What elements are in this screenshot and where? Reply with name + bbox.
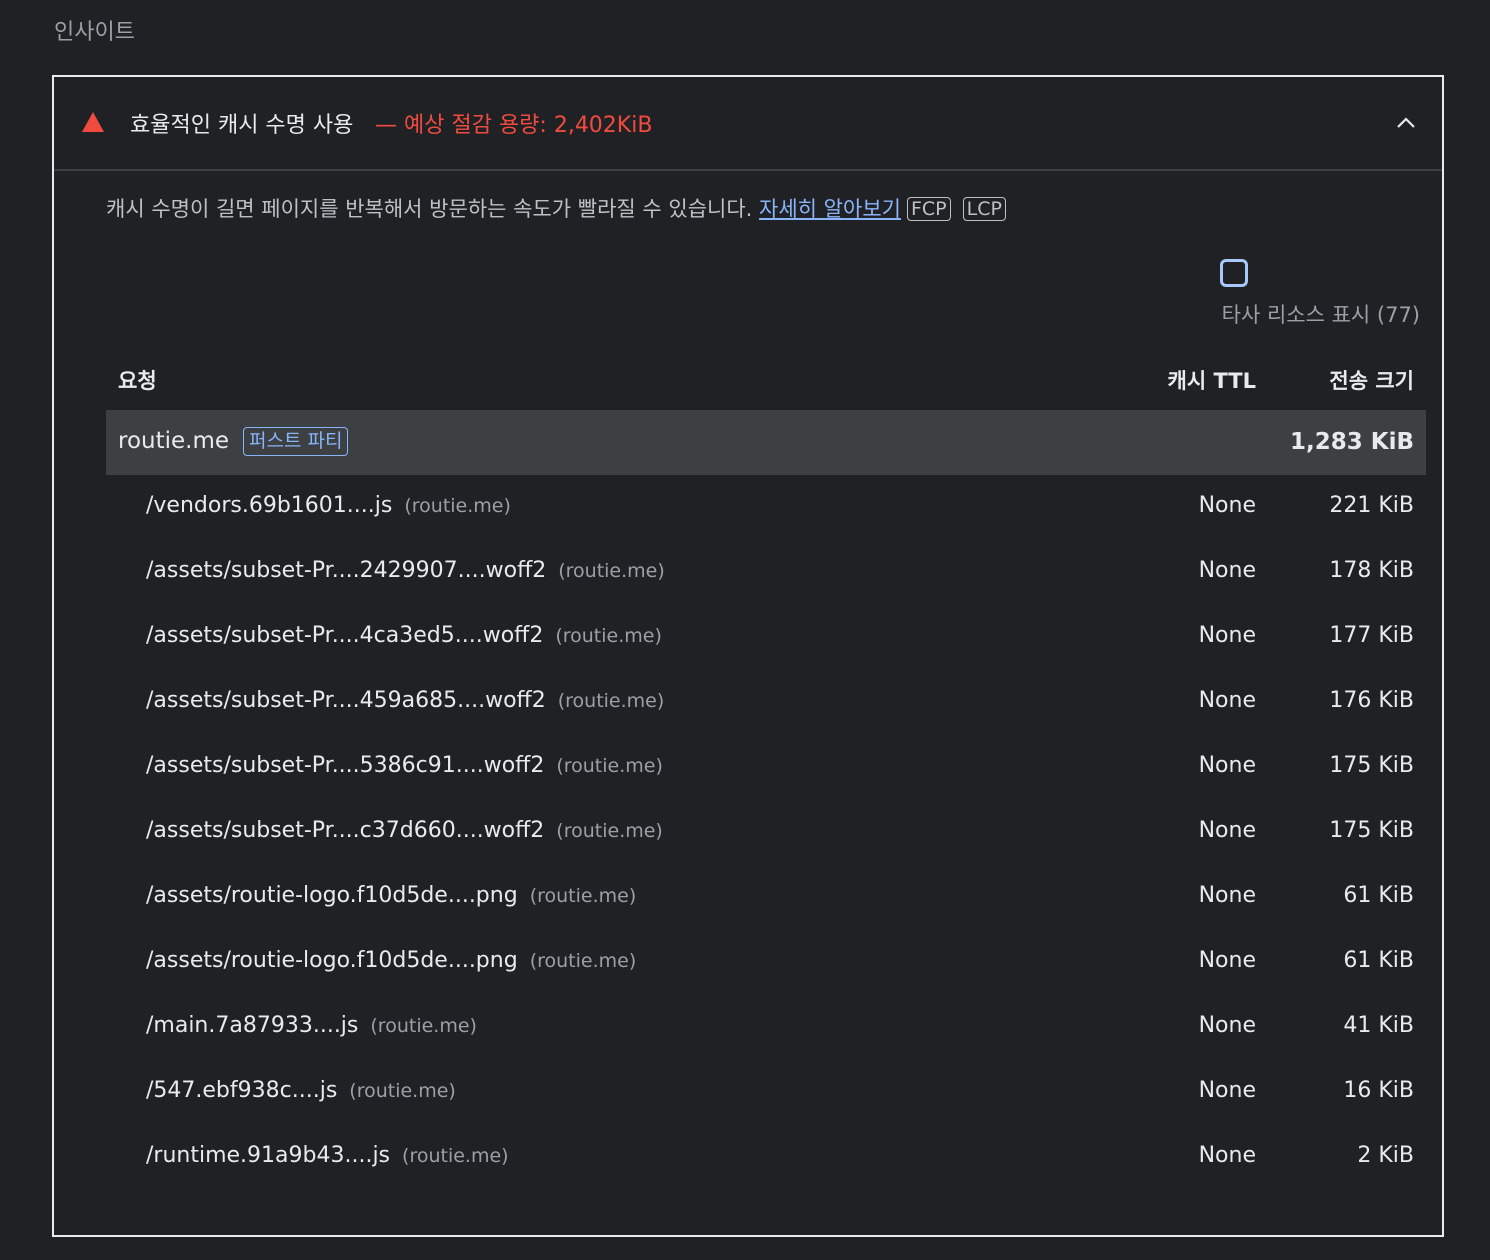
resource-url[interactable]: /assets/subset-Pr....5386c91....woff2 [146, 753, 544, 778]
cache-ttl: None [1198, 1013, 1256, 1038]
resource-url[interactable]: /main.7a87933....js [146, 1013, 358, 1038]
resource-url-cell: /vendors.69b1601....js (routie.me) [146, 493, 511, 518]
cache-ttl: None [1198, 818, 1256, 843]
insight-description: 캐시 수명이 길면 페이지를 반복해서 방문하는 속도가 빨라질 수 있습니다.… [106, 193, 1006, 223]
cache-ttl: None [1198, 558, 1256, 583]
cache-ttl: None [1198, 623, 1256, 648]
resource-origin: (routie.me) [556, 820, 663, 842]
resource-url-cell: /runtime.91a9b43....js (routie.me) [146, 1143, 509, 1168]
resource-origin: (routie.me) [556, 755, 663, 777]
transfer-size: 61 KiB [1343, 883, 1414, 908]
section-title: 인사이트 [54, 20, 135, 45]
resource-url[interactable]: /assets/routie-logo.f10d5de....png [146, 883, 518, 908]
warning-triangle-icon [82, 112, 104, 132]
resource-url-cell: /assets/subset-Pr....5386c91....woff2 (ro… [146, 753, 663, 778]
table-row: /assets/routie-logo.f10d5de....png (routi… [106, 865, 1426, 930]
resource-url[interactable]: /vendors.69b1601....js [146, 493, 392, 518]
insight-title: 효율적인 캐시 수명 사용 [130, 113, 354, 138]
transfer-size: 177 KiB [1329, 623, 1414, 648]
table-rows: /vendors.69b1601....js (routie.me) None 2… [106, 475, 1426, 1190]
transfer-size: 16 KiB [1343, 1078, 1414, 1103]
resource-url-cell: /assets/subset-Pr....4ca3ed5....woff2 (ro… [146, 623, 662, 648]
header-transfer-size[interactable]: 전송 크기 [1329, 365, 1414, 395]
metric-badge-lcp: LCP [962, 197, 1006, 221]
cache-ttl: None [1198, 1078, 1256, 1103]
cache-ttl: None [1198, 883, 1256, 908]
resource-url-cell: /assets/routie-logo.f10d5de....png (routi… [146, 883, 636, 908]
table-row: /runtime.91a9b43....js (routie.me) None 2… [106, 1125, 1426, 1190]
cache-ttl: None [1198, 493, 1256, 518]
transfer-size: 61 KiB [1343, 948, 1414, 973]
resource-url[interactable]: /547.ebf938c....js [146, 1078, 337, 1103]
resource-url[interactable]: /assets/subset-Pr....4ca3ed5....woff2 [146, 623, 543, 648]
resource-origin: (routie.me) [370, 1015, 477, 1037]
transfer-size: 221 KiB [1329, 493, 1414, 518]
table-row: /vendors.69b1601....js (routie.me) None 2… [106, 475, 1426, 540]
resource-origin: (routie.me) [555, 625, 662, 647]
learn-more-link[interactable]: 자세히 알아보기 [759, 197, 901, 221]
resource-origin: (routie.me) [558, 560, 665, 582]
resource-url-cell: /assets/routie-logo.f10d5de....png (routi… [146, 948, 636, 973]
cache-ttl: None [1198, 1143, 1256, 1168]
table-row: /assets/subset-Pr....459a685....woff2 (ro… [106, 670, 1426, 735]
table-row: /assets/routie-logo.f10d5de....png (routi… [106, 930, 1426, 995]
resource-url[interactable]: /runtime.91a9b43....js [146, 1143, 390, 1168]
resource-url[interactable]: /assets/subset-Pr....c37d660....woff2 [146, 818, 544, 843]
cache-ttl: None [1198, 948, 1256, 973]
insight-savings: — 예상 절감 용량: 2,402KiB [375, 113, 653, 138]
table-row: /main.7a87933....js (routie.me) None 41 K… [106, 995, 1426, 1060]
chevron-up-icon[interactable] [1396, 113, 1416, 133]
cache-ttl: None [1198, 688, 1256, 713]
resource-url[interactable]: /assets/subset-Pr....2429907....woff2 [146, 558, 546, 583]
resource-url[interactable]: /assets/routie-logo.f10d5de....png [146, 948, 518, 973]
resource-url-cell: /547.ebf938c....js (routie.me) [146, 1078, 456, 1103]
resource-origin: (routie.me) [349, 1080, 456, 1102]
resource-url-cell: /assets/subset-Pr....2429907....woff2 (ro… [146, 558, 665, 583]
metric-badge-fcp: FCP [906, 197, 951, 221]
group-row: routie.me 퍼스트 파티 1,283 KiB [106, 410, 1426, 475]
table-row: /assets/subset-Pr....2429907....woff2 (ro… [106, 540, 1426, 605]
insight-header[interactable]: 효율적인 캐시 수명 사용 — 예상 절감 용량: 2,402KiB [54, 77, 1442, 171]
header-request[interactable]: 요청 [118, 365, 157, 395]
header-cache-ttl[interactable]: 캐시 TTL [1168, 365, 1256, 395]
resource-origin: (routie.me) [402, 1145, 509, 1167]
transfer-size: 176 KiB [1329, 688, 1414, 713]
transfer-size: 175 KiB [1329, 753, 1414, 778]
resource-origin: (routie.me) [404, 495, 511, 517]
table-row: /assets/subset-Pr....5386c91....woff2 (ro… [106, 735, 1426, 800]
resource-origin: (routie.me) [529, 885, 637, 907]
group-name: routie.me [118, 428, 230, 454]
resource-url-cell: /main.7a87933....js (routie.me) [146, 1013, 477, 1038]
table-row: /assets/subset-Pr....c37d660....woff2 (ro… [106, 800, 1426, 865]
cache-ttl: None [1198, 753, 1256, 778]
third-party-label: 타사 리소스 표시 (77) [1221, 303, 1420, 327]
resource-origin: (routie.me) [529, 950, 637, 972]
resource-url-cell: /assets/subset-Pr....c37d660....woff2 (ro… [146, 818, 663, 843]
insight-card: 효율적인 캐시 수명 사용 — 예상 절감 용량: 2,402KiB 캐시 수명… [52, 75, 1444, 1237]
transfer-size: 178 KiB [1329, 558, 1414, 583]
description-text: 캐시 수명이 길면 페이지를 반복해서 방문하는 속도가 빨라질 수 있습니다. [106, 197, 753, 221]
table-row: /assets/subset-Pr....4ca3ed5....woff2 (ro… [106, 605, 1426, 670]
transfer-size: 41 KiB [1343, 1013, 1414, 1038]
transfer-size: 2 KiB [1357, 1143, 1414, 1168]
resource-url[interactable]: /assets/subset-Pr....459a685....woff2 [146, 688, 546, 713]
third-party-checkbox[interactable] [1220, 259, 1248, 287]
transfer-size: 175 KiB [1329, 818, 1414, 843]
group-size: 1,283 KiB [1290, 429, 1414, 455]
resource-origin: (routie.me) [557, 690, 665, 712]
first-party-badge: 퍼스트 파티 [243, 427, 349, 456]
table-row: /547.ebf938c....js (routie.me) None 16 Ki… [106, 1060, 1426, 1125]
resource-url-cell: /assets/subset-Pr....459a685....woff2 (ro… [146, 688, 664, 713]
